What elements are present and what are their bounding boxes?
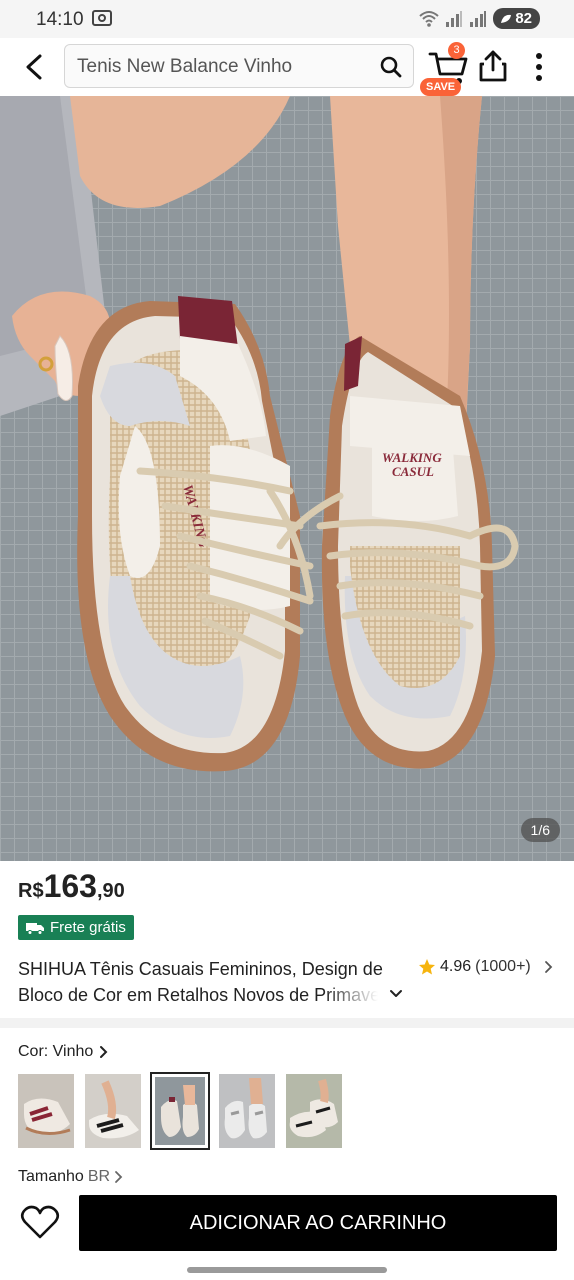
shoe-text-right: WALKING CASUL [382,450,442,479]
rating-score: 4.96 [440,958,472,975]
color-swatches [18,1072,342,1150]
image-counter: 1/6 [520,818,560,842]
size-region: BR [87,1168,111,1185]
search-input[interactable]: Tenis New Balance Vinho [64,44,414,88]
status-bar: 14:10 82 [0,0,574,38]
heart-icon[interactable] [20,1204,60,1240]
chevron-down-icon[interactable] [388,986,404,1002]
product-photo[interactable]: WALKING WALKING CASUL [0,96,574,861]
chevron-right-icon [115,1171,123,1183]
product-rating[interactable]: 4.96 (1000+) [418,958,555,976]
color-swatch-2[interactable] [85,1074,141,1148]
screen-record-icon [92,10,112,26]
bottom-action-bar: ADICIONAR AO CARRINHO [0,1186,574,1260]
size-label-text: Tamanho [18,1168,84,1185]
color-selector-label[interactable]: Cor: Vinho [18,1043,109,1061]
chevron-right-icon [100,1046,108,1058]
home-indicator[interactable] [187,1267,387,1273]
signal-icon [446,10,463,27]
product-image-gallery[interactable]: WALKING WALKING CASUL 1/6 [0,96,574,861]
add-to-cart-button[interactable]: ADICIONAR AO CARRINHO [79,1195,557,1251]
price-currency: R$ [18,880,44,902]
back-arrow-icon[interactable] [18,50,52,84]
search-query[interactable]: Tenis New Balance Vinho [77,56,292,78]
signal-icon-2 [470,10,487,27]
price: R$ 163 ,90 [18,868,125,905]
battery-indicator: 82 [493,8,540,29]
rating-count: (1000+) [475,958,531,975]
battery-saver-icon [501,14,512,23]
color-swatch-3-selected[interactable] [150,1072,210,1150]
product-title[interactable]: SHIHUA Tênis Casuais Femininos, Design d… [18,956,403,1008]
section-divider [0,1018,574,1028]
free-shipping-text: Frete grátis [50,919,126,936]
product-title-line-2: Bloco de Cor em Retalhos Novos de Primav… [18,985,378,1005]
search-icon[interactable] [379,55,403,79]
status-time: 14:10 [36,9,84,30]
share-icon[interactable] [476,48,510,84]
wifi-icon [419,10,439,27]
free-shipping-badge: Frete grátis [18,915,134,940]
star-icon [419,959,435,975]
battery-level: 82 [515,10,532,27]
size-selector-label[interactable]: Tamanho BR [18,1168,124,1186]
save-tag: SAVE [420,78,462,96]
color-swatch-4[interactable] [219,1074,275,1148]
more-options-icon[interactable] [526,50,552,84]
truck-icon [26,922,44,935]
price-main: 163 [43,868,97,904]
top-navigation: Tenis New Balance Vinho 3 SAVE [0,38,574,96]
color-swatch-1[interactable] [18,1074,74,1148]
status-indicators: 82 [419,8,540,29]
color-label-text: Cor: Vinho [18,1043,94,1060]
price-cents: ,90 [96,880,125,902]
color-swatch-5[interactable] [286,1074,342,1148]
product-title-line-1: SHIHUA Tênis Casuais Femininos, Design d… [18,959,383,979]
cart-count-badge: 3 [448,42,465,59]
chevron-right-icon [544,961,553,973]
